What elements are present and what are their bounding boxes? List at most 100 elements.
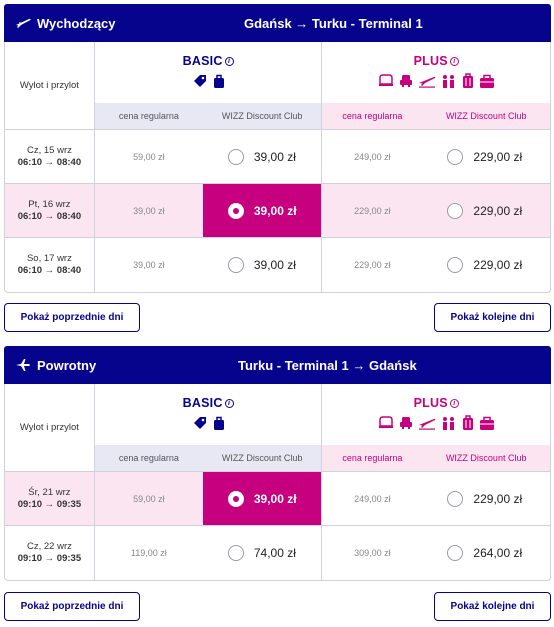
radio-button[interactable] (447, 202, 464, 219)
flight-time: 06:10 → 08:40 (17, 210, 82, 222)
basic-regular-price: 59,00 zł (94, 472, 203, 525)
plus-title: PLUS (413, 54, 448, 68)
radio-button[interactable] (227, 148, 244, 165)
plane-takeoff-icon (13, 13, 33, 33)
fare-header-row: Wylot i przylot BASIC i cena regularna WI… (5, 42, 550, 130)
basic-title: BASIC (182, 396, 223, 410)
basic-club-price: 39,00 zł (253, 258, 296, 272)
flight-date: So, 17 wrz (26, 253, 72, 264)
plus-regular-price: 309,00 zł (354, 548, 391, 558)
cabin-bag-icon (479, 74, 495, 93)
regular-price-label: cena regularna (342, 111, 403, 121)
info-icon[interactable]: i (224, 399, 234, 408)
plus-price-cell: 249,00 zł 229,00 zł (322, 130, 550, 183)
date-column-header: Wylot i przylot (5, 42, 95, 129)
suitcase-icon (462, 414, 474, 436)
seat-icon (378, 415, 394, 435)
return-header: Powrotny Turku - Terminal 1 → Gdańsk (4, 346, 551, 384)
radio-button[interactable] (447, 148, 464, 165)
plus-price-cell: 309,00 zł 264,00 zł (322, 526, 550, 580)
discount-club-label: WIZZ Discount Club (445, 453, 527, 463)
suitcase-icon (462, 72, 474, 94)
regular-price-label: cena regularna (118, 453, 179, 463)
radio-button-checked[interactable] (227, 202, 244, 219)
basic-club-option[interactable]: 74,00 zł (203, 526, 322, 580)
basic-club-price: 39,00 zł (253, 491, 297, 506)
basic-club-option-selected[interactable]: 39,00 zł (202, 472, 322, 525)
people-icon (441, 416, 457, 435)
radio-button[interactable] (447, 257, 464, 273)
flight-time: 06:10 → 08:40 (17, 156, 82, 168)
flight-date-cell: Cz, 22 wrz 09:10 → 09:35 (5, 526, 95, 580)
flight-date: Śr, 21 wrz (28, 486, 71, 498)
outbound-direction-label: Wychodzący (37, 15, 116, 31)
plus-club-price: 229,00 zł (473, 149, 523, 164)
basic-regular-price: 119,00 zł (130, 548, 167, 558)
tag-icon (192, 416, 208, 435)
plus-price-cell: 229,00 zł 229,00 zł (322, 184, 550, 237)
plus-price-cell: 229,00 zł 229,00 zł (322, 238, 550, 292)
plus-regular-price: 249,00 zł (322, 472, 423, 525)
flight-date-cell: Śr, 21 wrz 09:10 → 09:35 (5, 472, 95, 525)
seat-icon (378, 73, 394, 93)
basic-price-cell: 59,00 zł 39,00 zł (95, 130, 323, 183)
flight-date: Cz, 22 wrz (26, 541, 72, 552)
flight-row-selected: Pt, 16 wrz 06:10 → 08:40 39,00 zł 39,00 … (5, 184, 550, 238)
priority-seat-icon (399, 416, 413, 435)
plus-fare-header: PLUS i cena regularna WIZZ Discount Club (322, 42, 550, 129)
basic-regular-price: 39,00 zł (133, 260, 165, 270)
plus-club-price: 264,00 zł (473, 546, 523, 560)
basic-price-cell: 59,00 zł 39,00 zł (94, 472, 323, 525)
flight-date: Pt, 16 wrz (28, 198, 71, 210)
outbound-next-days-button[interactable]: Pokaż kolejne dni (434, 303, 551, 332)
basic-fare-header: BASIC i cena regularna WIZZ Discount Club (94, 384, 323, 471)
radio-button[interactable] (227, 545, 244, 561)
radio-button[interactable] (447, 545, 464, 561)
flight-row: So, 17 wrz 06:10 → 08:40 39,00 zł 39,00 … (5, 238, 550, 292)
basic-fare-header: BASIC i cena regularna WIZZ Discount Club (94, 42, 323, 129)
info-icon[interactable]: i (224, 57, 234, 66)
return-prev-days-button[interactable]: Pokaż poprzednie dni (4, 592, 140, 621)
plus-club-option[interactable]: 229,00 zł (422, 238, 550, 292)
return-fare-table: Wylot i przylot BASIC i cena regularna WI… (4, 384, 551, 581)
plus-fare-header: PLUS i cena regularna WIZZ Discount Club (322, 384, 550, 471)
bag-icon (213, 74, 225, 93)
plus-club-option[interactable]: 229,00 zł (422, 472, 550, 525)
plus-regular-price: 229,00 zł (322, 184, 423, 237)
plus-title: PLUS (413, 396, 448, 410)
tag-icon (192, 74, 208, 93)
flight-row-selected: Śr, 21 wrz 09:10 → 09:35 59,00 zł 39,00 … (5, 472, 550, 526)
flight-time: 09:10 → 09:35 (17, 498, 82, 510)
basic-club-price: 39,00 zł (253, 149, 296, 164)
plus-price-cell: 249,00 zł 229,00 zł (322, 472, 550, 525)
flight-row: Cz, 15 wrz 06:10 → 08:40 59,00 zł 39,00 … (5, 130, 550, 184)
plus-club-option[interactable]: 229,00 zł (422, 130, 550, 183)
radio-button[interactable] (227, 257, 244, 273)
discount-club-label: WIZZ Discount Club (221, 453, 303, 463)
return-section: Powrotny Turku - Terminal 1 → Gdańsk Wyl… (4, 346, 551, 581)
priority-seat-icon (399, 74, 413, 93)
basic-club-option[interactable]: 39,00 zł (203, 130, 322, 183)
outbound-prev-days-button[interactable]: Pokaż poprzednie dni (4, 303, 140, 332)
flight-date-cell: So, 17 wrz 06:10 → 08:40 (5, 238, 95, 292)
basic-club-price: 74,00 zł (253, 546, 296, 560)
basic-club-option-selected[interactable]: 39,00 zł (202, 184, 322, 237)
plane-icon (418, 74, 436, 93)
plus-regular-price: 229,00 zł (354, 260, 391, 270)
outbound-route: Gdańsk → Turku - Terminal 1 (244, 15, 423, 31)
basic-club-option[interactable]: 39,00 zł (203, 238, 322, 292)
info-icon[interactable]: i (449, 57, 459, 66)
basic-club-price: 39,00 zł (253, 203, 297, 218)
return-direction-label: Powrotny (37, 357, 97, 373)
plus-club-option[interactable]: 264,00 zł (422, 526, 550, 580)
cabin-bag-icon (479, 416, 495, 435)
return-next-days-button[interactable]: Pokaż kolejne dni (434, 592, 551, 621)
radio-button-checked[interactable] (227, 490, 244, 507)
plus-club-option[interactable]: 229,00 zł (422, 184, 550, 237)
info-icon[interactable]: i (449, 399, 459, 408)
plane-icon (13, 355, 33, 375)
radio-button[interactable] (447, 490, 464, 507)
basic-price-cell: 39,00 zł 39,00 zł (95, 238, 323, 292)
flight-row: Cz, 22 wrz 09:10 → 09:35 119,00 zł 74,00… (5, 526, 550, 580)
flight-date-cell: Pt, 16 wrz 06:10 → 08:40 (5, 184, 95, 237)
